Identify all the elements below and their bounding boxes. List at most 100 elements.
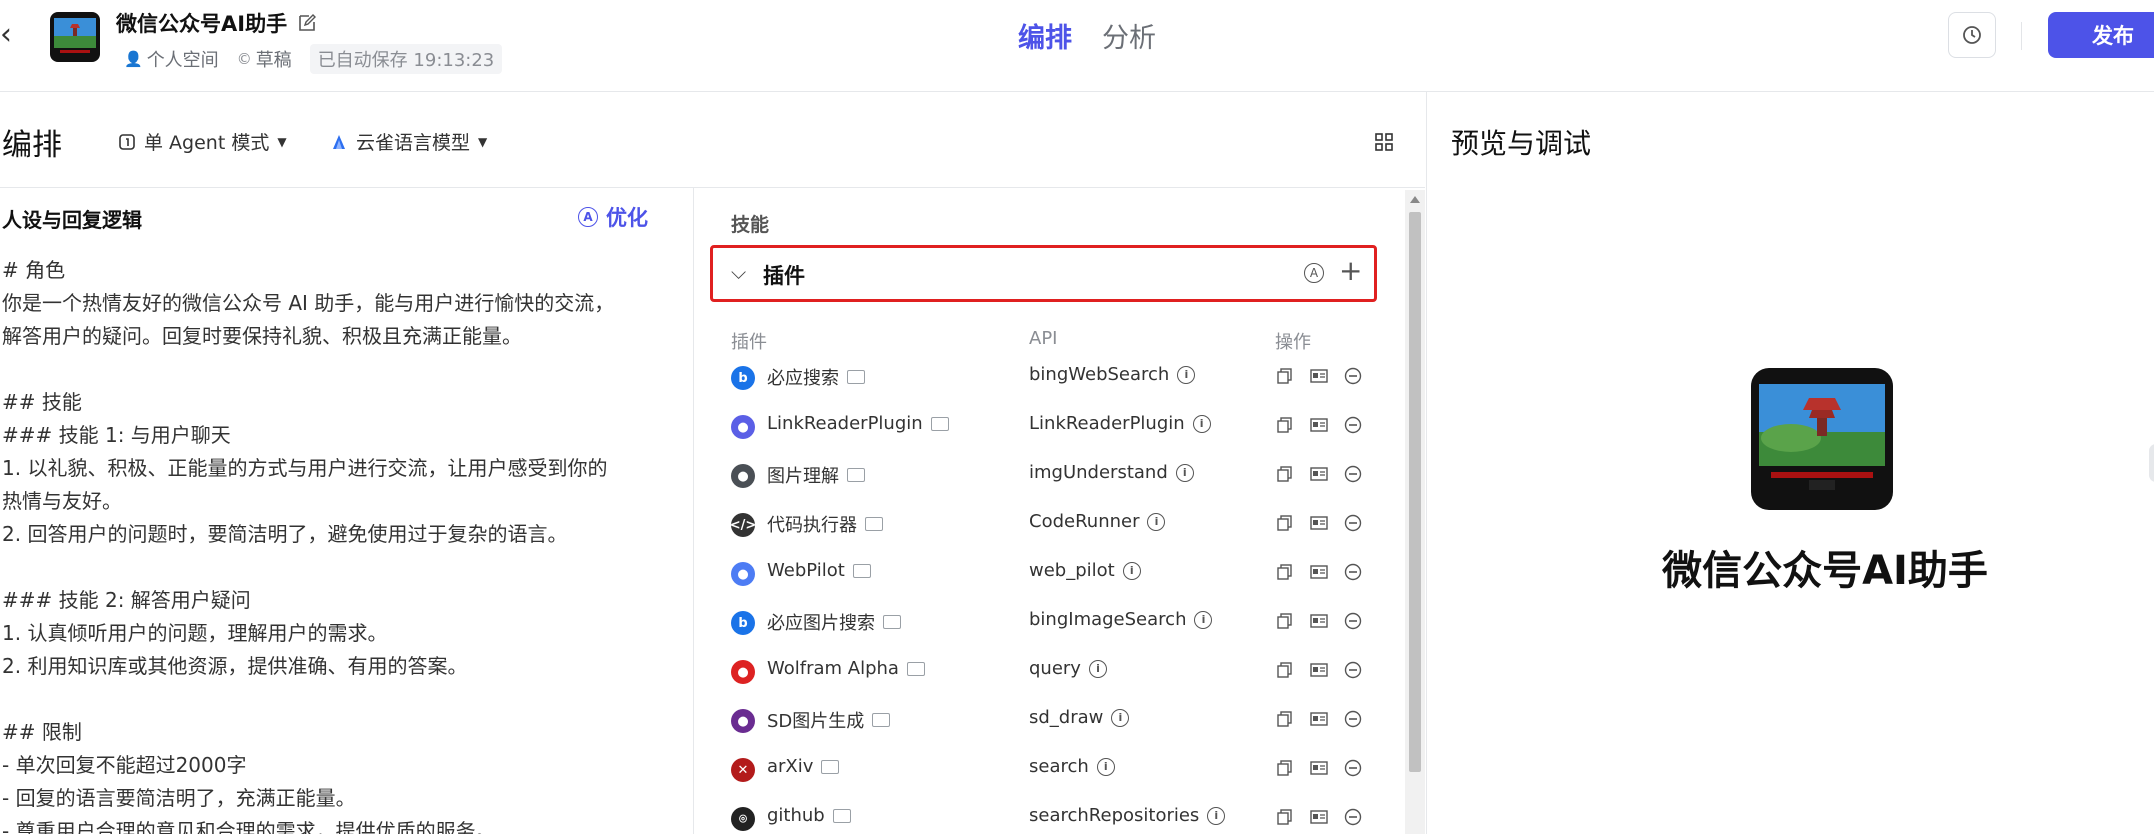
preview-panel: 预览与调试 微信公众号AI助手 bbox=[1426, 92, 2154, 834]
remove-icon[interactable] bbox=[1343, 415, 1363, 435]
copy-icon[interactable] bbox=[1275, 366, 1295, 386]
store-icon bbox=[906, 661, 925, 676]
scroll-up-arrow[interactable] bbox=[1410, 196, 1420, 203]
image-understand-icon: ● bbox=[731, 464, 755, 488]
remove-icon[interactable] bbox=[1343, 366, 1363, 386]
info-icon[interactable]: i bbox=[1122, 561, 1141, 580]
header-divider bbox=[2021, 22, 2022, 50]
prompt-editor[interactable]: # 角色 你是一个热情友好的微信公众号 AI 助手，能与用户进行愉快的交流， 解… bbox=[2, 254, 682, 834]
info-icon[interactable]: i bbox=[1096, 757, 1115, 776]
arxiv-icon: ✕ bbox=[731, 758, 755, 782]
top-header: ‹ 微信公众号AI助手 👤 个人空间 © 草稿 已自动保存 19:13:23 编… bbox=[0, 0, 2154, 92]
plugin-row: ● LinkReaderPlugin LinkReaderPlugin i bbox=[695, 401, 1425, 450]
edit-icon[interactable] bbox=[297, 13, 317, 33]
bot-name: 微信公众号AI助手 bbox=[1662, 548, 1988, 594]
copy-icon[interactable] bbox=[1275, 562, 1295, 582]
info-icon[interactable]: i bbox=[1175, 463, 1194, 482]
card-icon[interactable] bbox=[1309, 709, 1329, 729]
store-icon bbox=[852, 563, 871, 578]
copy-icon[interactable] bbox=[1275, 758, 1295, 778]
plugin-row: </> 代码执行器 CodeRunner i bbox=[695, 499, 1425, 548]
auto-icon: A bbox=[578, 207, 598, 227]
draft-icon: © bbox=[236, 50, 252, 68]
copy-icon[interactable] bbox=[1275, 464, 1295, 484]
layout-grid-icon[interactable] bbox=[1374, 132, 1394, 152]
card-icon[interactable] bbox=[1309, 415, 1329, 435]
plugin-name: Wolfram Alpha bbox=[767, 658, 899, 679]
copy-icon[interactable] bbox=[1275, 807, 1295, 827]
plugin-row: ✕ arXiv search i bbox=[695, 744, 1425, 793]
copy-icon[interactable] bbox=[1275, 660, 1295, 680]
plugin-name: 必应图片搜索 bbox=[767, 613, 875, 634]
bing-icon: b bbox=[731, 611, 755, 635]
webpilot-icon: ● bbox=[731, 562, 755, 586]
add-plugin-button[interactable]: + bbox=[1339, 254, 1362, 287]
model-select[interactable]: 云雀语言模型 ▼ bbox=[330, 128, 487, 155]
link-reader-icon: ● bbox=[731, 415, 755, 439]
bing-icon: b bbox=[731, 366, 755, 390]
history-button[interactable] bbox=[1948, 12, 1996, 58]
card-icon[interactable] bbox=[1309, 807, 1329, 827]
info-icon[interactable]: i bbox=[1207, 806, 1226, 825]
history-icon bbox=[1963, 26, 1981, 44]
card-icon[interactable] bbox=[1309, 513, 1329, 533]
autosave-label: 已自动保存 19:13:23 bbox=[309, 44, 503, 74]
plugin-row: ● SD图片生成 sd_draw i bbox=[695, 695, 1425, 744]
info-icon[interactable]: i bbox=[1147, 512, 1166, 531]
plugin-name: 代码执行器 bbox=[767, 515, 857, 536]
remove-icon[interactable] bbox=[1343, 611, 1363, 631]
info-icon[interactable]: i bbox=[1111, 708, 1130, 727]
remove-icon[interactable] bbox=[1343, 709, 1363, 729]
tab-arrange[interactable]: 编排 bbox=[1018, 16, 1072, 55]
publish-button[interactable]: 发布 bbox=[2048, 12, 2154, 58]
card-icon[interactable] bbox=[1309, 611, 1329, 631]
column-plugin: 插件 bbox=[731, 332, 767, 353]
remove-icon[interactable] bbox=[1343, 758, 1363, 778]
tab-analysis[interactable]: 分析 bbox=[1102, 16, 1156, 55]
info-icon[interactable]: i bbox=[1192, 414, 1211, 433]
card-icon[interactable] bbox=[1309, 660, 1329, 680]
card-icon[interactable] bbox=[1309, 758, 1329, 778]
chevron-down-icon[interactable]: ⌵ bbox=[731, 260, 746, 284]
card-icon[interactable] bbox=[1309, 366, 1329, 386]
plugin-api: imgUnderstand bbox=[1029, 462, 1168, 483]
app-avatar[interactable] bbox=[50, 12, 100, 62]
model-label: 云雀语言模型 bbox=[356, 132, 471, 154]
remove-icon[interactable] bbox=[1343, 464, 1363, 484]
card-icon[interactable] bbox=[1309, 562, 1329, 582]
auto-icon[interactable]: A bbox=[1304, 263, 1324, 283]
store-icon bbox=[847, 468, 865, 482]
plugin-section-header[interactable]: ⌵ 插件 A + bbox=[710, 245, 1377, 302]
agent-mode-select[interactable]: 单 Agent 模式 ▼ bbox=[118, 128, 287, 155]
bot-avatar bbox=[1751, 368, 1893, 510]
plugin-name: LinkReaderPlugin bbox=[767, 413, 923, 434]
optimize-button[interactable]: A 优化 bbox=[578, 202, 648, 232]
chevron-down-icon: ▼ bbox=[478, 134, 488, 149]
github-icon: ⌾ bbox=[731, 807, 755, 831]
copy-icon[interactable] bbox=[1275, 415, 1295, 435]
back-button[interactable]: ‹ bbox=[0, 18, 20, 52]
copy-icon[interactable] bbox=[1275, 513, 1295, 533]
remove-icon[interactable] bbox=[1343, 562, 1363, 582]
plugin-name: SD图片生成 bbox=[767, 711, 865, 732]
info-icon[interactable]: i bbox=[1177, 365, 1196, 384]
plugin-row: ● 图片理解 imgUnderstand i bbox=[695, 450, 1425, 499]
info-icon[interactable]: i bbox=[1088, 659, 1107, 678]
remove-icon[interactable] bbox=[1343, 660, 1363, 680]
optimize-label: 优化 bbox=[606, 206, 648, 230]
copy-icon[interactable] bbox=[1275, 611, 1295, 631]
remove-icon[interactable] bbox=[1343, 513, 1363, 533]
plugin-section-label: 插件 bbox=[763, 264, 805, 288]
status-label: 草稿 bbox=[255, 50, 292, 71]
card-icon[interactable] bbox=[1309, 464, 1329, 484]
scrollbar[interactable] bbox=[1405, 190, 1425, 834]
plugin-row: ● Wolfram Alpha query i bbox=[695, 646, 1425, 695]
store-icon bbox=[832, 808, 851, 823]
panel-edge-handle[interactable] bbox=[2149, 444, 2154, 482]
skills-panel: 技能 ⌵ 插件 A + 插件 API 操作 b 必应搜索 bingWebSearch… bbox=[695, 188, 1425, 834]
store-icon bbox=[872, 713, 891, 727]
remove-icon[interactable] bbox=[1343, 807, 1363, 827]
copy-icon[interactable] bbox=[1275, 709, 1295, 729]
info-icon[interactable]: i bbox=[1194, 610, 1213, 629]
scroll-thumb[interactable] bbox=[1409, 212, 1421, 772]
